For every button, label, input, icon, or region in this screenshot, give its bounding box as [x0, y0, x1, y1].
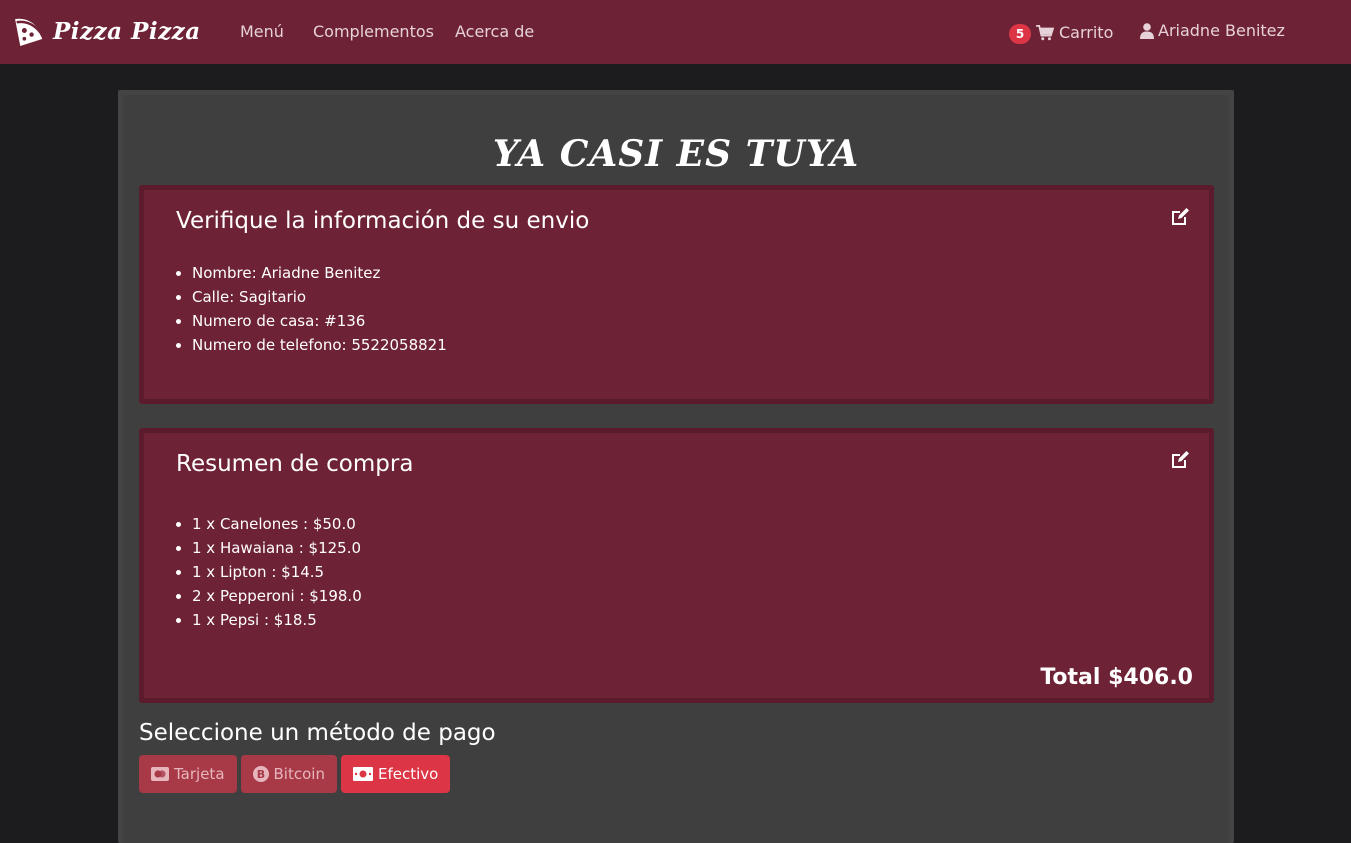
- order-total: Total $406.0: [1040, 665, 1193, 690]
- purchase-summary-panel: Resumen de compra 1 x Canelones : $50.0 …: [139, 428, 1214, 703]
- user-icon: [1140, 22, 1154, 39]
- cart-label: Carrito: [1059, 23, 1114, 42]
- pay-bitcoin-button[interactable]: B Bitcoin: [240, 755, 337, 793]
- list-item: Numero de telefono: 5522058821: [192, 333, 447, 357]
- top-navbar: Pizza Pizza Menú Complementos Acerca de …: [0, 0, 1351, 64]
- pay-card-label: Tarjeta: [174, 765, 225, 783]
- list-item: 2 x Pepperoni : $198.0: [192, 584, 362, 608]
- pay-cash-button[interactable]: Efectivo: [340, 755, 451, 793]
- user-menu[interactable]: Ariadne Benitez: [1140, 21, 1285, 40]
- edit-shipping-button[interactable]: [1169, 206, 1191, 228]
- bitcoin-icon: B: [252, 766, 269, 782]
- pay-card-button[interactable]: Tarjeta: [139, 755, 237, 793]
- edit-icon: [1172, 451, 1189, 468]
- payment-method-title: Seleccione un método de pago: [139, 720, 496, 746]
- checkout-card: YA CASI ES TUYA Verifique la información…: [118, 90, 1234, 843]
- cart-count-badge: 5: [1009, 24, 1031, 44]
- nav-link-complementos[interactable]: Complementos: [313, 22, 434, 41]
- cash-icon: [352, 767, 373, 781]
- list-item: 1 x Canelones : $50.0: [192, 512, 362, 536]
- user-name: Ariadne Benitez: [1158, 21, 1285, 40]
- brand-name: Pizza Pizza: [53, 17, 201, 45]
- payment-method-group: Tarjeta B Bitcoin Efectivo: [139, 755, 451, 793]
- edit-icon: [1172, 208, 1189, 225]
- list-item: Nombre: Ariadne Benitez: [192, 261, 447, 285]
- edit-order-button[interactable]: [1169, 449, 1191, 471]
- list-item: 1 x Pepsi : $18.5: [192, 608, 362, 632]
- list-item: Calle: Sagitario: [192, 285, 447, 309]
- credit-card-icon: [151, 767, 169, 781]
- shipping-info-panel: Verifique la información de su envio Nom…: [139, 185, 1214, 404]
- shopping-cart-icon: [1036, 24, 1054, 40]
- shipping-info-title: Verifique la información de su envio: [176, 208, 590, 234]
- brand-link[interactable]: Pizza Pizza: [12, 14, 201, 48]
- shipping-info-list: Nombre: Ariadne Benitez Calle: Sagitario…: [192, 261, 447, 357]
- list-item: 1 x Lipton : $14.5: [192, 560, 362, 584]
- purchase-summary-title: Resumen de compra: [176, 451, 414, 477]
- list-item: Numero de casa: #136: [192, 309, 447, 333]
- pay-cash-label: Efectivo: [377, 765, 439, 783]
- cart-link[interactable]: 5 Carrito: [1009, 21, 1113, 44]
- svg-text:B: B: [256, 768, 264, 781]
- pizza-slice-icon: [15, 18, 45, 46]
- nav-link-acerca-de[interactable]: Acerca de: [455, 22, 534, 41]
- pay-bitcoin-label: Bitcoin: [273, 765, 325, 783]
- nav-link-menu[interactable]: Menú: [240, 22, 284, 41]
- page-title: YA CASI ES TUYA: [492, 133, 860, 175]
- list-item: 1 x Hawaiana : $125.0: [192, 536, 362, 560]
- order-items-list: 1 x Canelones : $50.0 1 x Hawaiana : $12…: [192, 512, 362, 632]
